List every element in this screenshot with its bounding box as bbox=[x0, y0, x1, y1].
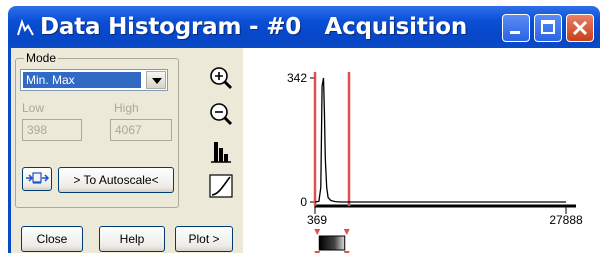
high-input[interactable]: 4067 bbox=[110, 119, 172, 141]
y-tick-label-bottom: 0 bbox=[300, 195, 307, 209]
x-tick-label-left: 369 bbox=[307, 213, 327, 227]
minimize-icon bbox=[510, 31, 520, 34]
x-tick-label-right: 27888 bbox=[549, 213, 583, 227]
auto-range-icon bbox=[26, 172, 50, 184]
mode-select-value: Min. Max bbox=[23, 72, 141, 88]
app-icon bbox=[17, 18, 34, 36]
auto-range-button[interactable] bbox=[22, 167, 52, 191]
histogram-plot[interactable]: 342 0 369 27888 bbox=[243, 48, 600, 253]
curve-view-button[interactable] bbox=[207, 172, 235, 200]
help-button[interactable]: Help bbox=[99, 226, 165, 252]
close-button[interactable]: Close bbox=[21, 226, 83, 252]
chevron-down-icon bbox=[152, 78, 162, 84]
close-window-button[interactable] bbox=[566, 14, 594, 42]
high-label: High bbox=[114, 101, 139, 115]
maximize-icon bbox=[541, 20, 555, 34]
y-tick-label-top: 342 bbox=[287, 71, 307, 85]
histogram-view-button[interactable] bbox=[207, 138, 235, 166]
to-autoscale-button[interactable]: > To Autoscale< bbox=[58, 167, 174, 193]
mode-label: Mode bbox=[24, 51, 59, 65]
mode-select[interactable]: Min. Max bbox=[20, 69, 168, 91]
histogram-icon bbox=[211, 142, 231, 163]
mode-dropdown-button[interactable] bbox=[146, 71, 166, 89]
range-slider-bar[interactable] bbox=[318, 235, 346, 251]
histogram-series-line bbox=[314, 77, 566, 203]
window-title: Data Histogram - #0 Acquisition bbox=[40, 14, 468, 40]
plot-button[interactable]: Plot > bbox=[175, 226, 233, 252]
range-handle-grip[interactable] bbox=[343, 229, 350, 235]
window-client: Mode Min. Max Low High 398 4067 > To Aut… bbox=[8, 48, 600, 253]
zoom-out-button[interactable] bbox=[207, 100, 235, 128]
close-icon bbox=[572, 20, 588, 36]
control-panel: Mode Min. Max Low High 398 4067 > To Aut… bbox=[11, 48, 243, 253]
low-input[interactable]: 398 bbox=[22, 119, 82, 141]
zoom-in-button[interactable] bbox=[207, 64, 235, 92]
range-slider-handle[interactable] bbox=[314, 229, 350, 253]
histogram-chart[interactable]: 342 0 369 27888 bbox=[243, 48, 600, 253]
histogram-window: Data Histogram - #0 Acquisition Mode Min… bbox=[8, 6, 600, 253]
zoom-out-icon bbox=[210, 103, 233, 126]
mode-groupbox: Mode Min. Max Low High 398 4067 > To Aut… bbox=[15, 51, 179, 208]
minimize-button[interactable] bbox=[502, 14, 530, 42]
maximize-button[interactable] bbox=[534, 14, 562, 42]
zoom-in-icon bbox=[210, 67, 233, 90]
low-label: Low bbox=[22, 101, 45, 115]
range-handle-grip[interactable] bbox=[314, 229, 321, 235]
title-bar[interactable]: Data Histogram - #0 Acquisition bbox=[8, 6, 600, 48]
curve-icon bbox=[209, 174, 233, 198]
